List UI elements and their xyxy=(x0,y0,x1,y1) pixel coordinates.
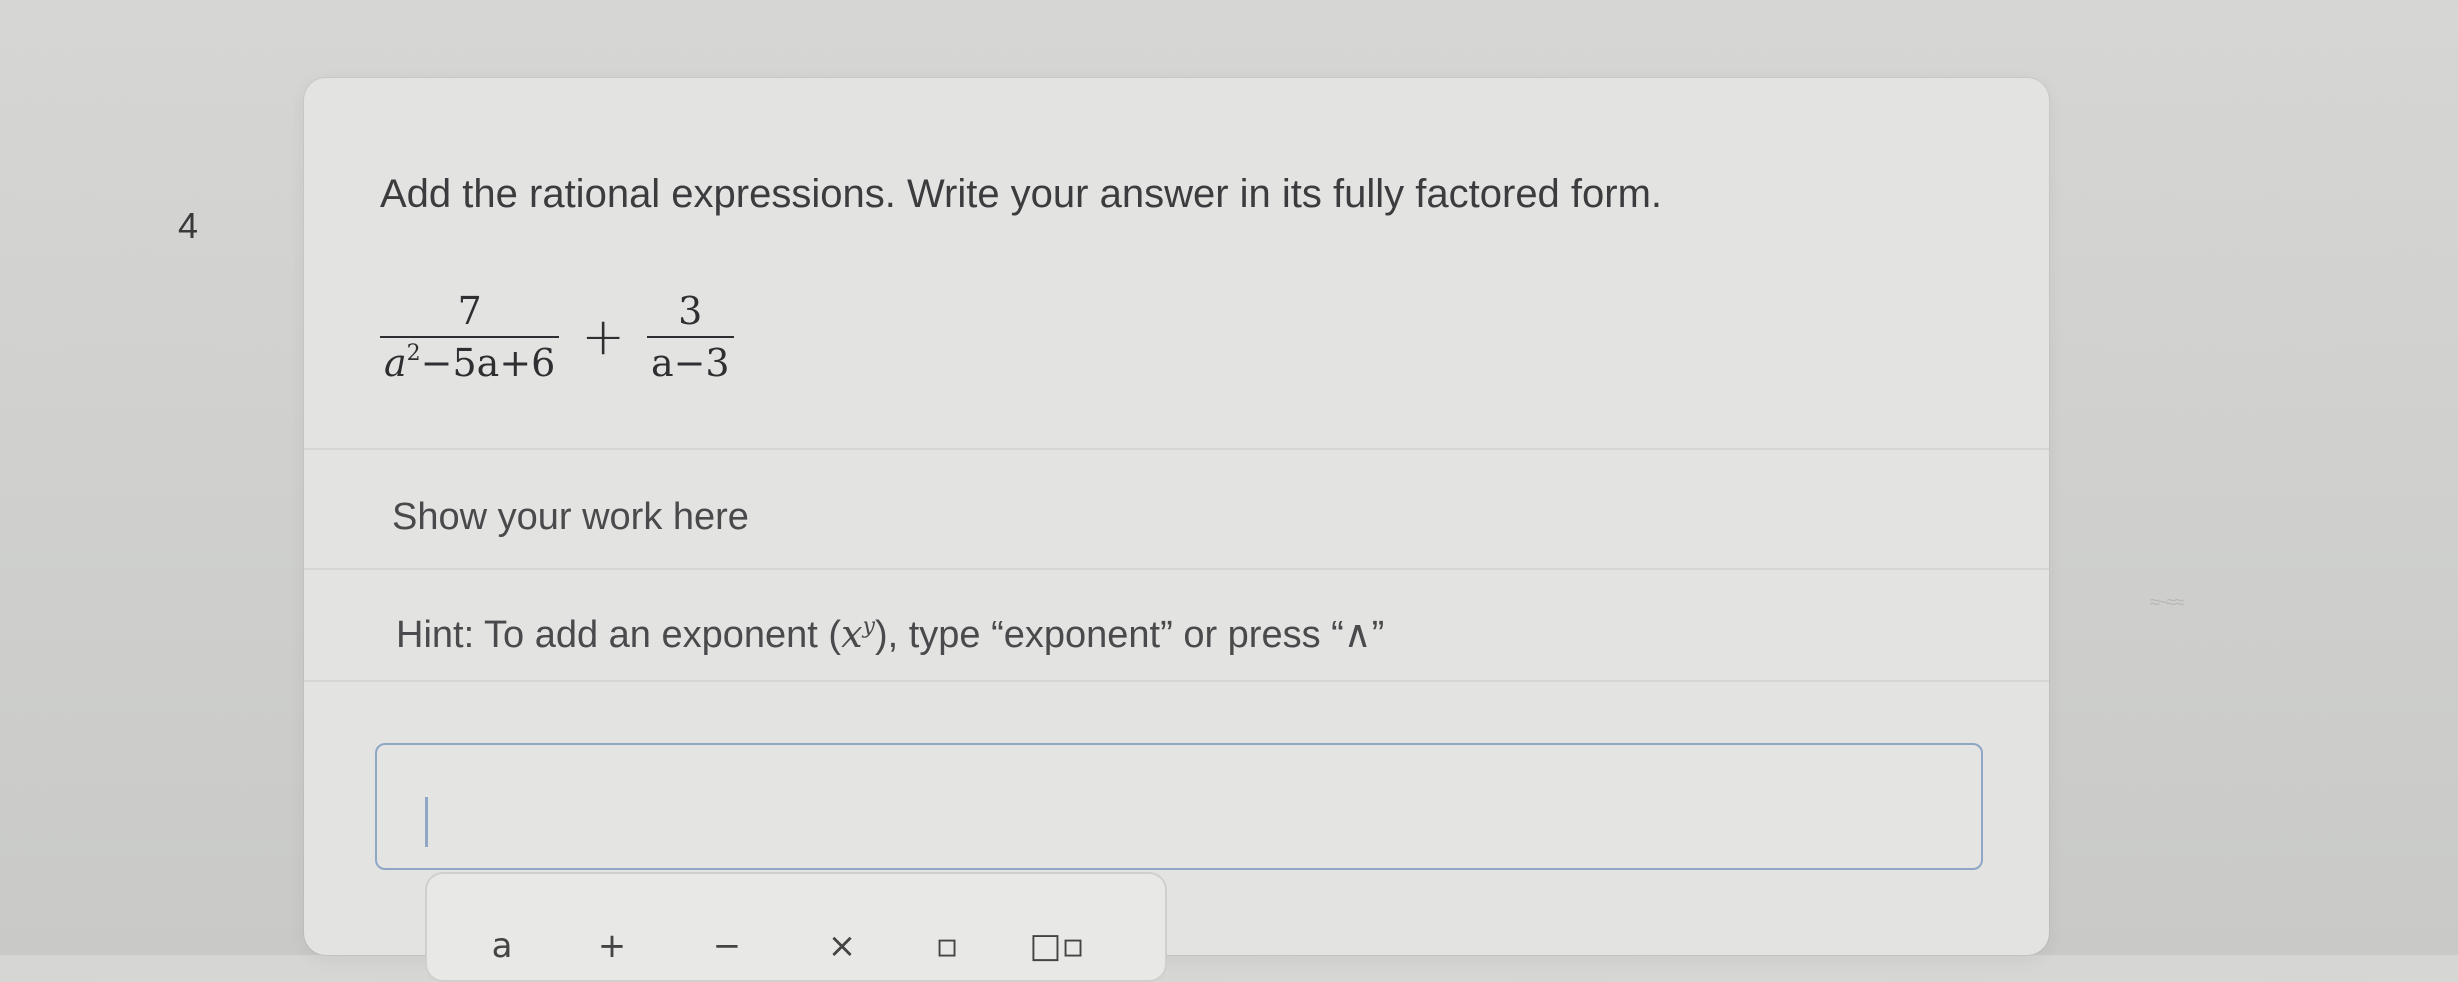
fraction-1-denominator: a2−5a+6 xyxy=(384,341,556,385)
question-prompt: Add the rational expressions. Write your… xyxy=(380,172,1663,216)
background-smudge: ≈~≈≈ xyxy=(2150,592,2184,612)
exponent-button[interactable]: □▫ xyxy=(1027,926,1087,966)
hint-divider xyxy=(304,568,2049,570)
exponent-hint: Hint: To add an exponent (xy), type “exp… xyxy=(396,612,1385,656)
fraction-1-numerator: 7 xyxy=(457,289,482,333)
show-work-label: Show your work here xyxy=(392,496,749,538)
fraction-2-denominator: a−3 xyxy=(650,341,730,385)
input-divider xyxy=(304,680,2049,682)
text-caret xyxy=(425,797,428,847)
fraction-button[interactable]: ▫ xyxy=(917,926,977,966)
minus-button[interactable]: − xyxy=(697,926,757,966)
math-expression: 7 a2−5a+6 + 3 a−3 xyxy=(380,282,734,392)
plus-button[interactable]: + xyxy=(582,926,642,966)
answer-math-input[interactable] xyxy=(375,743,1983,870)
plus-operator: + xyxy=(581,307,625,367)
fraction-1-bar xyxy=(380,336,560,338)
times-button[interactable]: × xyxy=(812,926,872,966)
section-divider xyxy=(304,448,2049,450)
fraction-2-numerator: 3 xyxy=(678,289,703,333)
fraction-2-bar xyxy=(646,336,734,338)
fraction-2: 3 a−3 xyxy=(646,288,734,386)
fraction-1: 7 a2−5a+6 xyxy=(380,288,560,386)
question-number: 4 xyxy=(178,205,199,246)
variable-a-button[interactable]: a xyxy=(472,926,532,966)
math-toolbar: a + − × ▫ □▫ xyxy=(425,872,1167,982)
